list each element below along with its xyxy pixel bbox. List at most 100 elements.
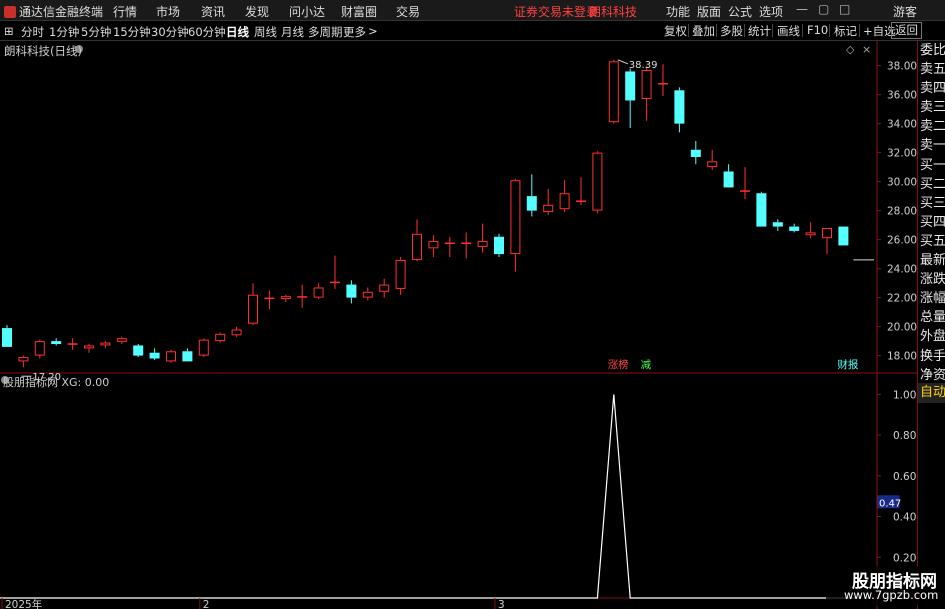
date-label: 2025年 (5, 598, 42, 609)
login-warning[interactable]: 证券交易未登录 (514, 3, 598, 20)
menu-discover[interactable]: 发现 (245, 3, 269, 20)
candle-body (674, 90, 685, 124)
sidepanel-item[interactable]: 涨跌 (918, 270, 945, 289)
grid-icon[interactable]: ⊞ (4, 24, 14, 38)
candle-body (182, 351, 193, 362)
xg-indicator-line (0, 394, 860, 599)
minimize-icon[interactable]: — (796, 2, 808, 16)
candle-body (822, 228, 832, 239)
period-daily[interactable]: 日线 (226, 24, 249, 40)
return-button[interactable]: 返回 (891, 22, 922, 39)
sidepanel-item[interactable]: 净资 (918, 366, 945, 385)
tool-stats[interactable]: 统计 (748, 23, 771, 39)
candle-body (805, 232, 816, 236)
restore-icon[interactable]: ▢ (818, 2, 829, 16)
menu-quotes[interactable]: 行情 (113, 3, 137, 20)
menu-trade[interactable]: 交易 (396, 3, 420, 20)
tool-draw[interactable]: 画线 (777, 23, 800, 39)
period-1min[interactable]: 1分钟 (49, 24, 79, 40)
period-more[interactable]: 更多 (343, 24, 366, 40)
toolbar-divider (716, 24, 717, 37)
sidepanel-item[interactable]: 买一 (918, 156, 945, 175)
sidepanel-item[interactable]: 卖一 (918, 136, 945, 155)
indicator-current-value: 0.47 (879, 498, 901, 509)
tool-multi-stock[interactable]: 多股 (720, 23, 743, 39)
event-marker: 涨榜 (608, 358, 629, 371)
candle-body (215, 333, 226, 342)
app-title-text: 通达信金融终端 (19, 5, 104, 19)
date-label: 3 (498, 599, 505, 609)
candle-body (543, 204, 554, 213)
sidepanel-item[interactable]: 换手 (918, 347, 945, 366)
candle-body (166, 351, 176, 362)
period-monthly[interactable]: 月线 (281, 24, 304, 40)
candle-body (133, 345, 144, 356)
price-tick-label: 32.00 (887, 148, 917, 160)
candle-body (608, 61, 619, 123)
candle-body (248, 294, 258, 324)
menu-market[interactable]: 市场 (156, 3, 180, 20)
period-15min[interactable]: 15分钟 (113, 24, 151, 40)
chevron-right-icon[interactable]: > (368, 24, 378, 38)
price-tick-label: 34.00 (887, 119, 917, 131)
period-30min[interactable]: 30分钟 (151, 24, 189, 40)
sidepanel-item[interactable]: 最新 (918, 251, 945, 270)
sidepanel-item[interactable]: 买三 (918, 194, 945, 213)
candle-body (559, 193, 570, 210)
indicator-tick-label: 0.40 (893, 512, 916, 524)
maximize-icon[interactable]: □ (839, 2, 850, 16)
candle-body (412, 233, 422, 260)
quote-sidepanel: 委比卖五卖四卖三卖二卖一买一买二买三买四买五最新涨跌涨幅总量外盘换手净资收益 自… (917, 41, 945, 609)
event-marker: 减 (641, 359, 652, 371)
candle-body (362, 291, 373, 298)
candle-body (198, 339, 209, 356)
sidepanel-item[interactable]: 买二 (918, 175, 945, 194)
period-multi[interactable]: 多周期 (308, 24, 343, 40)
tool-adjust[interactable]: 复权 (664, 23, 687, 39)
toolbar-divider (744, 24, 745, 37)
sidepanel-item[interactable]: 委比 (918, 41, 945, 60)
auto-button[interactable]: 自动 (918, 383, 945, 403)
period-60min[interactable]: 60分钟 (188, 24, 226, 40)
period-5min[interactable]: 5分钟 (81, 24, 111, 40)
menu-formula[interactable]: 公式 (728, 3, 752, 20)
menu-function[interactable]: 功能 (666, 3, 690, 20)
sidepanel-item[interactable]: 总量 (918, 308, 945, 327)
menu-news[interactable]: 资讯 (201, 3, 225, 20)
kline-chart[interactable]: 38.00 36.00 34.00 32.00 30.00 28.00 26.00 24.00… (0, 41, 917, 609)
tool-mark[interactable]: 标记 (834, 23, 857, 39)
sidepanel-item[interactable]: 卖五 (918, 60, 945, 79)
price-tick-label: 36.00 (887, 90, 917, 102)
menu-ask[interactable]: 问小达 (289, 3, 325, 20)
candle-body (723, 171, 734, 188)
indicator-tick-label: 0.80 (893, 430, 916, 442)
price-tick-label: 20.00 (887, 322, 917, 334)
sidepanel-item[interactable]: 卖三 (918, 98, 945, 117)
period-timeshare[interactable]: 分时 (21, 24, 44, 40)
max-price-label: 38.39 (629, 60, 658, 71)
toolbar-divider (802, 24, 803, 37)
tool-f10[interactable]: F10 (807, 23, 828, 37)
menu-wealth[interactable]: 财富圈 (341, 3, 377, 20)
sidepanel-item[interactable]: 买五 (918, 232, 945, 251)
sidepanel-item[interactable]: 买四 (918, 213, 945, 232)
sidepanel-item[interactable]: 卖四 (918, 79, 945, 98)
candle-body (428, 241, 439, 249)
period-weekly[interactable]: 周线 (254, 24, 277, 40)
sidepanel-item[interactable]: 外盘 (918, 327, 945, 346)
tool-overlay[interactable]: 叠加 (692, 23, 715, 39)
candle-body (740, 190, 750, 192)
price-tick-label: 30.00 (887, 177, 917, 189)
price-tick-label: 38.00 (887, 61, 917, 73)
user-label[interactable]: 游客 (893, 3, 917, 20)
candle-body (690, 149, 701, 157)
price-tick-label: 18.00 (887, 351, 917, 363)
menubar-stock-name: 朗科科技 (589, 5, 638, 19)
candle-body (641, 69, 652, 99)
sidepanel-item[interactable]: 卖二 (918, 117, 945, 136)
max-price-pointer (617, 59, 628, 65)
menu-layout[interactable]: 版面 (697, 3, 721, 20)
sidepanel-item[interactable]: 涨幅 (918, 289, 945, 308)
price-tick-label: 22.00 (887, 293, 917, 305)
menu-options[interactable]: 选项 (759, 3, 783, 20)
